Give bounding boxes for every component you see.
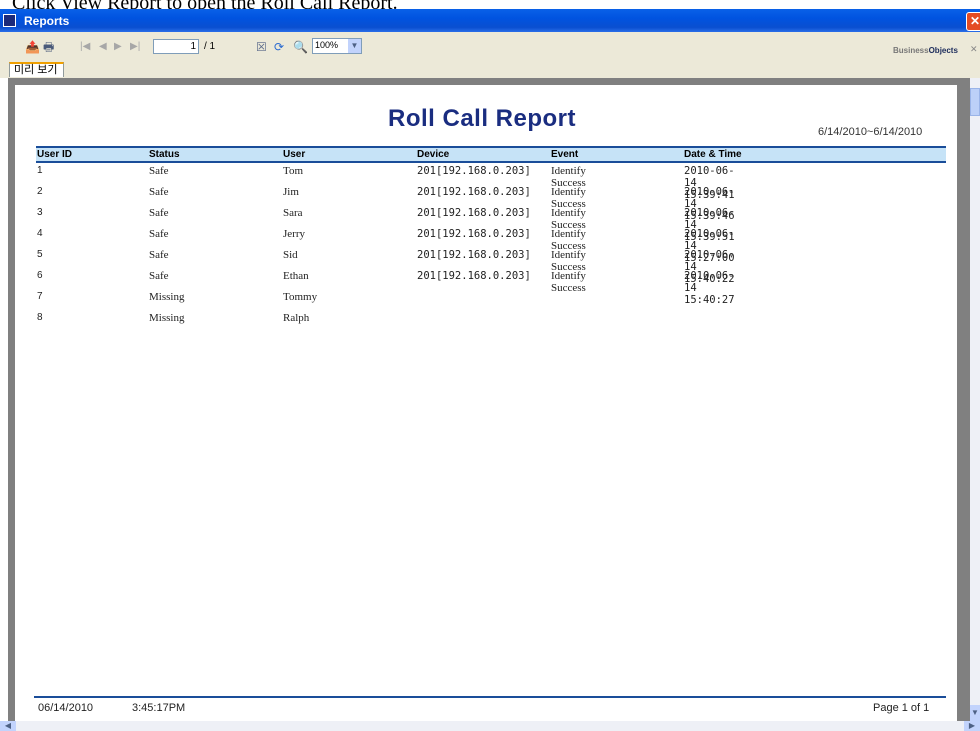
report-page — [15, 85, 957, 721]
cell-device: 201[192.168.0.203] — [417, 207, 531, 219]
scroll-left-icon[interactable]: ◀ — [0, 721, 16, 731]
zoom-value: 100% — [315, 40, 339, 50]
window-titlebar: Reports ✕ — [0, 9, 980, 32]
search-icon[interactable]: 🔍 — [293, 40, 308, 54]
reports-window-icon — [3, 14, 16, 27]
cell-status: Safe — [149, 186, 169, 198]
cell-device: 201[192.168.0.203] — [417, 249, 531, 261]
close-view-icon[interactable]: ☒ — [256, 40, 267, 54]
column-header-event: Event — [551, 149, 579, 160]
cell-user: Sara — [283, 207, 303, 219]
cell-status: Safe — [149, 207, 169, 219]
column-header-status: Status — [149, 149, 180, 160]
viewer-toolbar: 📤 🖶 |◀ ◀ ▶ ▶| 1 / 1 ☒ ⟳ 🔍 100% ▼ Busines… — [0, 32, 980, 63]
cell-device: 201[192.168.0.203] — [417, 165, 531, 177]
toolbar-close-icon[interactable]: ✕ — [970, 44, 978, 55]
cell-user: Jim — [283, 186, 299, 198]
next-page-icon[interactable]: ▶ — [114, 40, 122, 54]
cell-user-id: 7 — [37, 291, 43, 302]
export-icon[interactable]: 📤 — [25, 40, 40, 54]
horizontal-scrollbar[interactable]: ◀ ▶ — [0, 721, 980, 731]
cell-event: Identify Success — [551, 270, 586, 294]
cell-user: Ethan — [283, 270, 309, 282]
cell-user-id: 4 — [37, 228, 43, 239]
cell-status: Missing — [149, 312, 185, 324]
footer-time: 3:45:17PM — [132, 702, 186, 714]
cell-status: Safe — [149, 165, 169, 177]
cell-device: 201[192.168.0.203] — [417, 270, 531, 282]
cell-status: Safe — [149, 228, 169, 240]
table-header: User ID Status User Device Event Date & … — [36, 146, 946, 163]
cell-device: 201[192.168.0.203] — [417, 228, 531, 240]
chevron-down-icon[interactable]: ▼ — [348, 39, 361, 53]
cell-status: Safe — [149, 249, 169, 261]
cell-device: 201[192.168.0.203] — [417, 186, 531, 198]
page-number-input[interactable]: 1 — [153, 39, 199, 54]
tab-preview[interactable]: 미리 보기 — [9, 62, 64, 77]
page-total-label: / 1 — [204, 41, 216, 52]
first-page-icon[interactable]: |◀ — [80, 40, 90, 54]
cell-user: Tommy — [283, 291, 318, 303]
cell-user: Tom — [283, 165, 304, 177]
cell-user-id: 2 — [37, 186, 43, 197]
cell-user-id: 1 — [37, 165, 43, 176]
column-header-date-time: Date & Time — [684, 149, 742, 160]
cell-status: Missing — [149, 291, 185, 303]
scroll-down-icon[interactable]: ▼ — [970, 705, 980, 721]
window-title: Reports — [24, 14, 70, 28]
cell-user-id: 8 — [37, 312, 43, 323]
cell-user: Ralph — [283, 312, 310, 324]
cell-status: Safe — [149, 270, 169, 282]
print-icon[interactable]: 🖶 — [43, 40, 54, 54]
cell-user: Sid — [283, 249, 298, 261]
scroll-right-icon[interactable]: ▶ — [964, 721, 980, 731]
cell-user: Jerry — [283, 228, 305, 240]
tab-strip: 미리 보기 — [0, 62, 980, 78]
footer-date: 06/14/2010 — [38, 702, 94, 714]
footer-page-count: Page 1 of 1 — [873, 702, 930, 714]
cell-user-id: 6 — [37, 270, 43, 281]
vertical-scrollbar[interactable]: ▼ — [970, 78, 980, 721]
column-header-user: User — [283, 149, 306, 160]
footer-rule — [34, 696, 946, 698]
window-close-button[interactable]: ✕ — [966, 12, 980, 31]
refresh-icon[interactable]: ⟳ — [274, 40, 284, 54]
businessobjects-logo: BusinessObjects — [893, 46, 958, 55]
cell-date-time: 2010-06-14 15:40:27 — [684, 270, 735, 306]
previous-page-icon[interactable]: ◀ — [99, 40, 107, 54]
cell-user-id: 5 — [37, 249, 43, 260]
zoom-select[interactable]: 100% ▼ — [312, 38, 362, 54]
date-range: 6/14/2010~6/14/2010 — [818, 126, 923, 138]
column-header-user-id: User ID — [37, 149, 73, 160]
column-header-device: Device — [417, 149, 450, 160]
cell-user-id: 3 — [37, 207, 43, 218]
last-page-icon[interactable]: ▶| — [130, 40, 140, 54]
scroll-thumb[interactable] — [970, 88, 980, 116]
report-title: Roll Call Report — [388, 105, 577, 132]
